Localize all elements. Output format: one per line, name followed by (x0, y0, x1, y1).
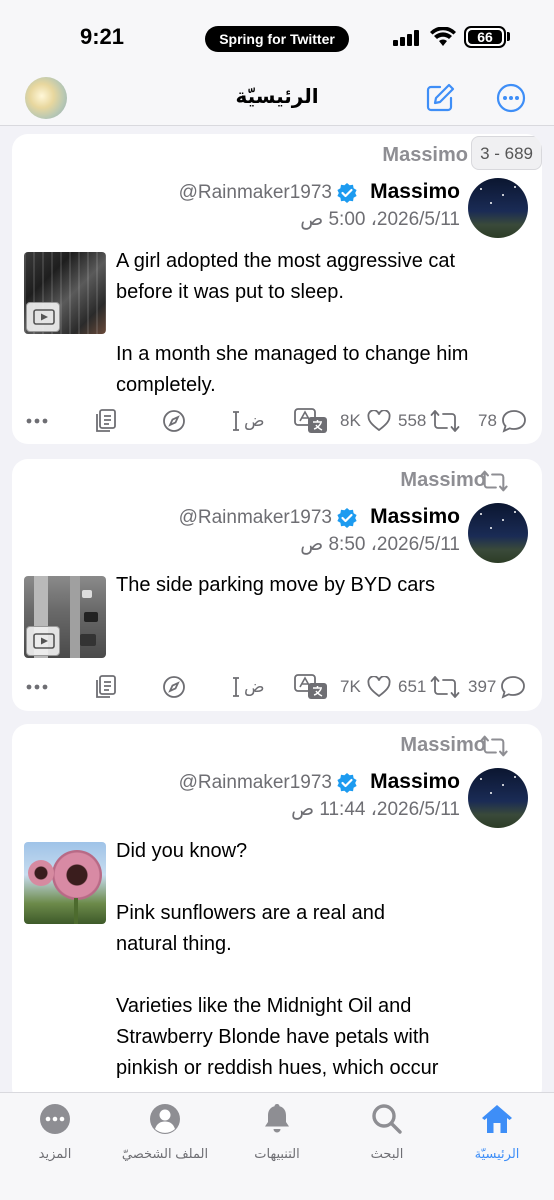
retweet-button[interactable]: 651 (398, 672, 460, 702)
tweet-text: Did you know? Pink sunflowers are a real… (116, 840, 439, 1079)
retweet-icon (480, 470, 508, 492)
arabic-glyph: ض (244, 411, 265, 430)
page-title: الرئيسيّة (235, 86, 319, 108)
tab-label: الرئيسيّة (474, 1146, 520, 1161)
video-thumbnail[interactable] (24, 252, 106, 334)
tab-label: التنبيهات (254, 1146, 300, 1161)
home-icon (482, 1105, 512, 1133)
profile-icon (150, 1104, 180, 1134)
more-actions-icon[interactable] (26, 672, 48, 702)
compass-icon[interactable] (162, 672, 186, 702)
more-options-icon[interactable] (495, 82, 527, 114)
retweet-icon (480, 735, 508, 757)
reply-count: 397 (468, 677, 497, 696)
unread-counter-badge: 3 - 689 (471, 136, 542, 170)
compass-icon[interactable] (162, 406, 186, 436)
tweet-card[interactable]: Massimo Massimo @Rainmaker1973 2026/5/11… (12, 459, 542, 711)
cellular-signal-icon (393, 30, 423, 46)
battery-icon: 66 (464, 26, 506, 48)
post-timestamp: 2026/5/11، 11:44 ص (291, 799, 460, 820)
like-count: 8K (340, 411, 361, 430)
battery-nub (507, 32, 510, 41)
post-timestamp: 2026/5/11، 5:00 ص (300, 209, 460, 230)
verified-badge-icon (337, 508, 357, 528)
post-timestamp: 2026/5/11، 8:50 ص (300, 534, 460, 555)
tab-profile[interactable]: الملف الشخصيّ (110, 1101, 220, 1162)
tweet-actions: ض 7K 651 397 (12, 672, 542, 702)
tab-home[interactable]: الرئيسيّة (442, 1101, 552, 1162)
tab-notifications[interactable]: التنبيهات (222, 1101, 332, 1162)
status-bar: 9:21 Spring for Twitter 66 (0, 0, 554, 70)
copy-icon[interactable] (94, 406, 118, 436)
more-icon (40, 1104, 70, 1134)
author-avatar[interactable] (468, 503, 528, 563)
battery-level: 66 (468, 30, 502, 44)
author-avatar[interactable] (468, 178, 528, 238)
retweet-button[interactable]: 558 (398, 406, 460, 436)
author-handle[interactable]: @Rainmaker1973 (179, 507, 332, 529)
bottom-tab-bar: المزيد الملف الشخصيّ التنبيهات البحث الر… (0, 1092, 554, 1200)
author-name[interactable]: Massimo (370, 505, 460, 529)
bell-icon (265, 1104, 289, 1133)
author-handle[interactable]: @Rainmaker1973 (179, 772, 332, 794)
author-name[interactable]: Massimo (370, 180, 460, 204)
verified-badge-icon (337, 773, 357, 793)
top-nav-bar: الرئيسيّة (0, 70, 554, 126)
image-thumbnail[interactable] (24, 842, 106, 924)
translate-icon[interactable] (294, 672, 328, 702)
tweet-card[interactable]: Massimo Massimo @Rainmaker1973 2026/5/11… (12, 724, 542, 1104)
tab-more[interactable]: المزيد (0, 1101, 110, 1162)
retweeted-by: Massimo (400, 734, 486, 756)
tab-label: البحث (370, 1146, 404, 1161)
translate-icon[interactable] (294, 406, 328, 436)
retweet-count: 558 (398, 411, 427, 430)
video-thumbnail[interactable] (24, 576, 106, 658)
tab-label: الملف الشخصيّ (121, 1146, 209, 1161)
arabic-glyph: ض (244, 677, 265, 696)
play-video-icon (26, 626, 60, 656)
status-time: 9:21 (80, 24, 125, 49)
like-button[interactable]: 7K (340, 672, 391, 702)
search-icon (372, 1104, 402, 1134)
reply-count: 78 (478, 411, 497, 430)
author-avatar[interactable] (468, 768, 528, 828)
compose-icon[interactable] (424, 82, 456, 114)
like-button[interactable]: 8K (340, 406, 391, 436)
verified-badge-icon (337, 183, 357, 203)
tweet-card[interactable]: Massimo 3 - 689 Massimo @Rainmaker1973 2… (12, 134, 542, 444)
tweet-text: A girl adopted the most aggressive cat b… (116, 250, 469, 396)
retweeted-by: Massimo (382, 144, 468, 166)
text-select-icon[interactable]: ض (230, 672, 265, 702)
retweet-count: 651 (398, 677, 427, 696)
more-actions-icon[interactable] (26, 406, 48, 436)
author-handle[interactable]: @Rainmaker1973 (179, 182, 332, 204)
retweeted-by: Massimo (400, 469, 486, 491)
tab-label: المزيد (38, 1146, 72, 1161)
status-pill[interactable]: Spring for Twitter (205, 26, 349, 52)
tab-search[interactable]: البحث (332, 1101, 442, 1162)
tweet-text: The side parking move by BYD cars (116, 574, 436, 596)
copy-icon[interactable] (94, 672, 118, 702)
like-count: 7K (340, 677, 361, 696)
reply-button[interactable]: 397 (468, 672, 526, 702)
wifi-icon (430, 27, 456, 46)
author-name[interactable]: Massimo (370, 770, 460, 794)
tweet-actions: ض 8K 558 78 (12, 406, 542, 436)
reply-button[interactable]: 78 (478, 406, 527, 436)
play-video-icon (26, 302, 60, 332)
text-select-icon[interactable]: ض (230, 406, 265, 436)
